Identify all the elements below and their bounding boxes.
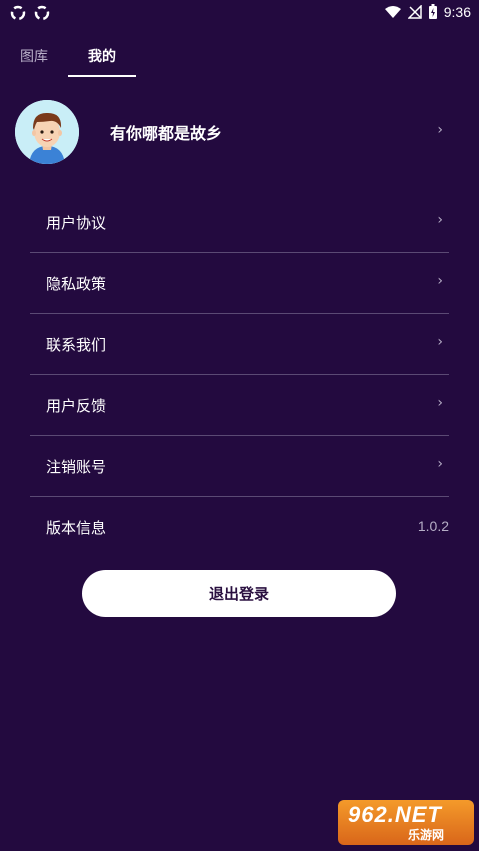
- status-right-icons: 9:36: [384, 4, 471, 20]
- chevron-right-icon: ›: [437, 273, 443, 289]
- menu-item-label: 用户反馈: [46, 397, 107, 415]
- chevron-right-icon: ›: [437, 122, 443, 138]
- menu-item-label: 用户协议: [46, 214, 107, 232]
- menu-item-label: 注销账号: [46, 458, 107, 476]
- watermark-bottom-text: 乐游网: [408, 828, 445, 842]
- menu-item-contact-us[interactable]: 联系我们 ›: [30, 314, 449, 375]
- tab-indicator: [68, 75, 136, 77]
- logout-button[interactable]: 退出登录: [82, 570, 396, 617]
- watermark-top-text: 962.NET: [348, 802, 442, 827]
- menu-item-feedback[interactable]: 用户反馈 ›: [30, 375, 449, 436]
- menu-item-version-info: 版本信息 1.0.2: [30, 497, 449, 557]
- menu-item-privacy-policy[interactable]: 隐私政策 ›: [30, 253, 449, 314]
- menu-item-label: 联系我们: [46, 336, 107, 354]
- status-time: 9:36: [443, 4, 471, 20]
- tab-gallery[interactable]: 图库: [20, 46, 48, 66]
- menu-item-delete-account[interactable]: 注销账号 ›: [30, 436, 449, 497]
- top-tabs: 图库 我的: [0, 40, 479, 80]
- settings-menu: 用户协议 › 隐私政策 › 联系我们 › 用户反馈 › 注销账号 › 版本信息 …: [30, 192, 449, 557]
- status-bar: 9:36: [0, 0, 479, 26]
- menu-item-label: 版本信息: [46, 519, 107, 537]
- avatar-icon[interactable]: [15, 100, 79, 164]
- menu-item-user-agreement[interactable]: 用户协议 ›: [30, 192, 449, 253]
- chevron-right-icon: ›: [437, 334, 443, 350]
- chevron-right-icon: ›: [437, 395, 443, 411]
- chevron-right-icon: ›: [437, 456, 443, 472]
- watermark-logo: 962.NET 乐游网: [338, 800, 474, 845]
- no-signal-icon: [407, 5, 422, 19]
- menu-item-label: 隐私政策: [46, 275, 107, 293]
- sync-icon: [34, 5, 50, 21]
- sync-icon: [10, 5, 26, 21]
- status-left-icons: [10, 5, 50, 21]
- wifi-icon: [384, 6, 401, 18]
- chevron-right-icon: ›: [437, 212, 443, 228]
- profile-row[interactable]: 有你哪都是故乡 ›: [0, 98, 479, 166]
- tab-mine[interactable]: 我的: [88, 46, 116, 66]
- profile-name: 有你哪都是故乡: [110, 124, 223, 143]
- version-number: 1.0.2: [417, 518, 449, 534]
- battery-charging-icon: [428, 4, 437, 19]
